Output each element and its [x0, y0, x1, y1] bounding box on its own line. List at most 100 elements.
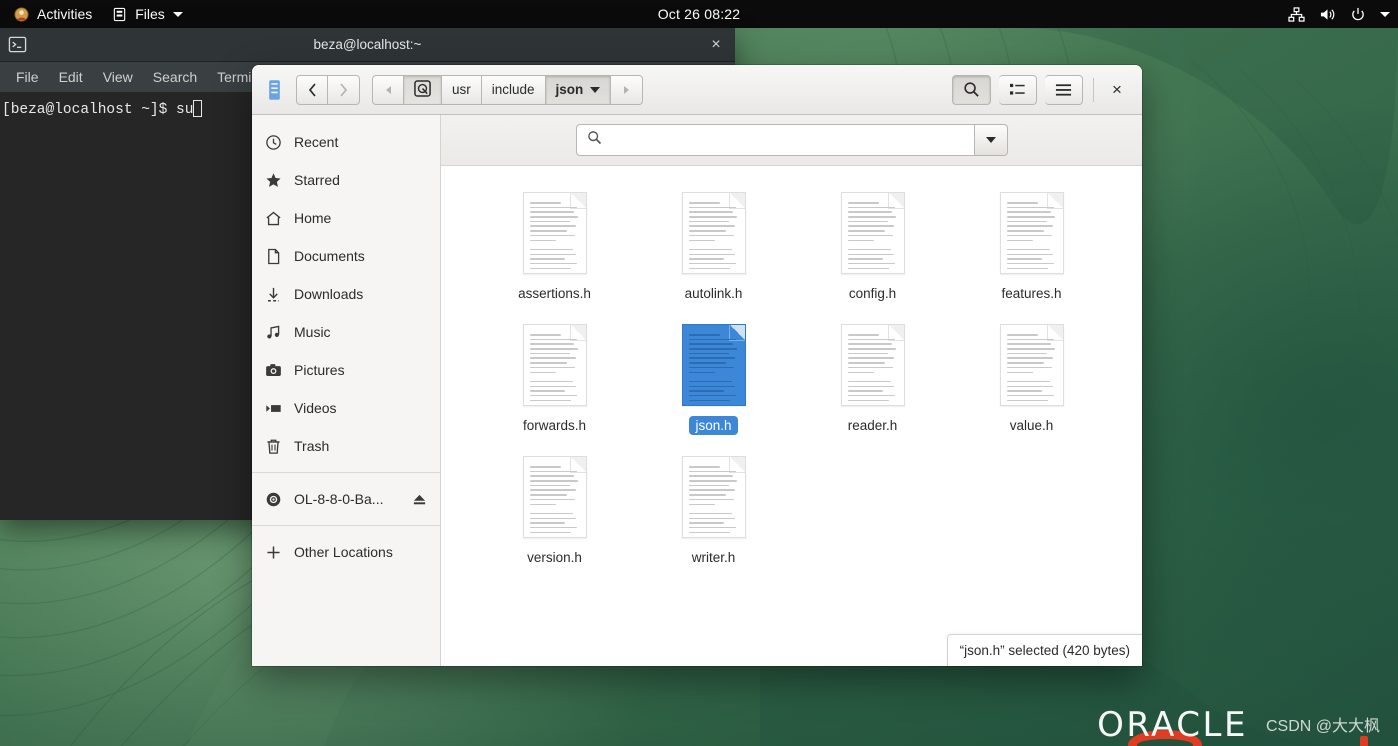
file-name-label: config.h — [848, 286, 897, 301]
breadcrumb[interactable]: usr include json — [372, 74, 644, 105]
sidebar-item-downloads[interactable]: Downloads — [252, 275, 440, 313]
navigation-buttons[interactable] — [296, 74, 360, 105]
clock[interactable]: Oct 26 08:22 — [0, 6, 1398, 22]
text-file-icon — [522, 324, 587, 406]
forward-button[interactable] — [328, 74, 360, 105]
breadcrumb-label-usr: usr — [452, 82, 471, 97]
app-menu-label: Files — [135, 6, 165, 22]
terminal-menu-edit[interactable]: Edit — [49, 67, 93, 87]
sidebar-item-label: Downloads — [294, 286, 364, 302]
terminal-close-button[interactable]: × — [707, 36, 725, 54]
header-separator — [1093, 77, 1094, 102]
home-icon — [264, 210, 282, 227]
sidebar-item-starred[interactable]: Starred — [252, 161, 440, 199]
back-button[interactable] — [296, 74, 328, 105]
file-name-label: autolink.h — [684, 286, 743, 301]
file-name-label: forwards.h — [522, 418, 587, 433]
sidebar-item-videos[interactable]: Videos — [252, 389, 440, 427]
activities-button[interactable]: Activities — [0, 0, 102, 28]
sidebar-item-label: Pictures — [294, 362, 345, 378]
file-item[interactable]: reader.h — [793, 316, 952, 448]
terminal-menu-search[interactable]: Search — [143, 67, 207, 87]
file-item[interactable]: version.h — [475, 448, 634, 580]
file-item[interactable]: config.h — [793, 184, 952, 316]
files-close-button[interactable]: × — [1104, 77, 1130, 103]
file-name-label: assertions.h — [518, 286, 591, 301]
oracle-logo: ORACLE — [1097, 705, 1248, 745]
breadcrumb-item-usr[interactable]: usr — [442, 74, 482, 105]
sidebar-device-label: OL-8-8-0-Ba... — [294, 491, 384, 507]
terminal-title: beza@localhost:~ — [313, 37, 422, 52]
sidebar-item-label: Home — [294, 210, 332, 226]
eject-icon[interactable] — [410, 492, 428, 507]
power-icon[interactable] — [1350, 7, 1366, 22]
files-headerbar: usr include json × — [252, 65, 1142, 115]
sidebar-separator — [252, 525, 440, 526]
sidebar-item-other-locations[interactable]: Other Locations — [252, 533, 440, 571]
search-field[interactable] — [575, 124, 974, 156]
breadcrumb-scroll-left[interactable] — [372, 74, 404, 105]
terminal-menu-view[interactable]: View — [93, 67, 143, 87]
breadcrumb-item-filesystem[interactable] — [404, 74, 442, 105]
activities-label: Activities — [37, 6, 93, 22]
filesystem-disk-icon — [414, 79, 431, 100]
trash-icon — [264, 438, 282, 455]
film-icon — [264, 400, 282, 417]
text-file-icon — [681, 192, 746, 274]
file-name-label: value.h — [1009, 418, 1054, 433]
search-input[interactable] — [609, 132, 964, 148]
view-grid-button[interactable] — [999, 74, 1037, 105]
clock-icon — [264, 134, 282, 151]
csdn-watermark: CSDN @大大枫 — [1265, 718, 1380, 735]
document-icon — [264, 248, 282, 265]
file-name-label: features.h — [1001, 286, 1062, 301]
files-window[interactable]: usr include json × Recent Starred Home D… — [252, 65, 1142, 666]
chevron-left-icon — [385, 85, 391, 94]
search-toggle-button[interactable] — [952, 74, 991, 105]
system-status-area[interactable] — [1288, 0, 1390, 28]
terminal-prompt-line: [beza@localhost ~]$ su — [2, 102, 194, 118]
volume-icon[interactable] — [1319, 7, 1336, 22]
file-name-label: writer.h — [691, 550, 736, 565]
text-file-icon — [681, 456, 746, 538]
sidebar-item-music[interactable]: Music — [252, 313, 440, 351]
terminal-titlebar[interactable]: beza@localhost:~ × — [0, 28, 735, 62]
files-sidebar[interactable]: Recent Starred Home Documents Downloads … — [252, 115, 441, 666]
sidebar-item-trash[interactable]: Trash — [252, 427, 440, 465]
sidebar-item-label: Videos — [294, 400, 337, 416]
sidebar-item-documents[interactable]: Documents — [252, 237, 440, 275]
oracle-watermark: ORACLE CSDN @大大枫 — [1097, 708, 1380, 742]
sidebar-item-label: Documents — [294, 248, 365, 264]
file-grid[interactable]: assertions.h autolink.h config.h feature… — [441, 166, 1142, 666]
text-file-icon — [522, 192, 587, 274]
sidebar-item-device-ol[interactable]: OL-8-8-0-Ba... — [252, 480, 440, 518]
breadcrumb-item-include[interactable]: include — [481, 74, 546, 105]
file-item-selected[interactable]: json.h — [634, 316, 793, 448]
search-icon — [587, 130, 602, 150]
file-item[interactable]: features.h — [952, 184, 1111, 316]
terminal-menu-file[interactable]: File — [6, 67, 49, 87]
breadcrumb-scroll-right[interactable] — [611, 74, 644, 105]
hamburger-menu-button[interactable] — [1045, 74, 1083, 105]
network-icon[interactable] — [1288, 6, 1305, 22]
sidebar-item-home[interactable]: Home — [252, 199, 440, 237]
system-menu-chevron-icon[interactable] — [1380, 11, 1390, 17]
text-file-icon — [999, 192, 1064, 274]
sidebar-item-recent[interactable]: Recent — [252, 123, 440, 161]
sidebar-item-pictures[interactable]: Pictures — [252, 351, 440, 389]
search-dropdown-button[interactable] — [973, 124, 1008, 156]
file-item[interactable]: writer.h — [634, 448, 793, 580]
file-item[interactable]: autolink.h — [634, 184, 793, 316]
files-main-area: assertions.h autolink.h config.h feature… — [441, 115, 1142, 666]
breadcrumb-item-json[interactable]: json — [545, 74, 612, 105]
files-app-window-icon — [260, 79, 288, 101]
app-menu-button[interactable]: Files — [102, 0, 193, 28]
text-file-icon — [999, 324, 1064, 406]
sidebar-item-label: Music — [294, 324, 331, 340]
status-bar: “json.h” selected (420 bytes) — [946, 634, 1142, 666]
text-file-icon — [840, 192, 905, 274]
breadcrumb-label-json: json — [555, 82, 584, 97]
file-item[interactable]: value.h — [952, 316, 1111, 448]
file-item[interactable]: forwards.h — [475, 316, 634, 448]
file-item[interactable]: assertions.h — [475, 184, 634, 316]
